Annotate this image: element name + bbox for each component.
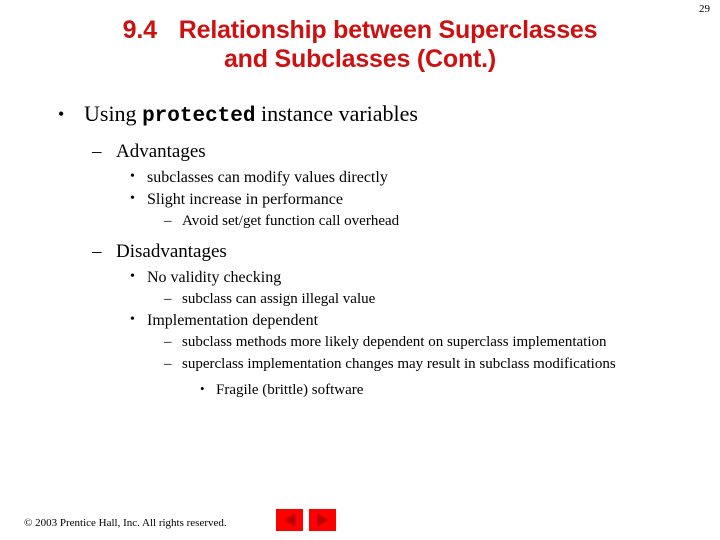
- bullet-text: Disadvantages: [116, 241, 227, 262]
- bullet-text: Advantages: [116, 141, 206, 162]
- bullet-disadvantages: – Disadvantages: [0, 239, 720, 264]
- keyword-protected: protected: [142, 105, 256, 128]
- bullet-marker-icon: •: [130, 191, 135, 206]
- copyright-notice: © 2003 Prentice Hall, Inc. All rights re…: [24, 517, 227, 529]
- bullet-text: Slight increase in performance: [147, 191, 343, 208]
- bullet-text: subclass can assign illegal value: [182, 291, 376, 307]
- title-section-number: 9.4: [122, 16, 157, 44]
- title-line-2: and Subclasses (Cont.): [223, 45, 497, 73]
- title-line-1: 9.4 Relationship between Superclasses: [60, 16, 660, 45]
- bullet-marker-icon: •: [130, 269, 135, 284]
- bullet-text: Using protected instance variables: [84, 100, 720, 131]
- navigation-buttons: [276, 509, 336, 531]
- bullet-text: Implementation dependent: [147, 312, 319, 329]
- title-text-line-1: Relationship between Superclasses: [178, 16, 598, 44]
- page-title: 9.4 Relationship between Superclasses and…: [60, 16, 660, 74]
- next-slide-button[interactable]: [309, 509, 336, 531]
- bullet-text: superclass implementation changes may re…: [182, 356, 616, 372]
- bullet-text: No validity checking: [147, 269, 282, 286]
- text-before-code: Using: [84, 101, 137, 126]
- dash-marker-icon: –: [164, 291, 172, 307]
- slide-footer: © 2003 Prentice Hall, Inc. All rights re…: [24, 508, 700, 532]
- bullet-disadvantage-1: • No validity checking: [0, 267, 720, 288]
- bullet-fragile-software: • Fragile (brittle) software: [0, 380, 720, 400]
- bullet-disadvantage-2-sub-1: – subclass methods more likely dependent…: [0, 332, 720, 353]
- bullet-marker-icon: •: [130, 312, 135, 327]
- text-after-code: instance variables: [260, 101, 418, 126]
- bullet-disadvantage-2-sub-2: – superclass implementation changes may …: [0, 354, 720, 375]
- bullet-text: subclass methods more likely dependent o…: [182, 334, 607, 350]
- bullet-disadvantage-1-sub-1: – subclass can assign illegal value: [0, 289, 720, 309]
- triangle-right-icon: [316, 513, 329, 527]
- dash-marker-icon: –: [164, 356, 172, 372]
- previous-slide-button[interactable]: [276, 509, 303, 531]
- bullet-marker-icon: •: [58, 104, 65, 124]
- slide-body: • Using protected instance variables – A…: [0, 100, 720, 400]
- bullet-advantage-1: • subclasses can modify values directly: [0, 167, 720, 188]
- page-number: 29: [699, 3, 710, 15]
- bullet-advantage-2-sub-1: – Avoid set/get function call overhead: [0, 211, 720, 231]
- dash-marker-icon: –: [92, 141, 102, 162]
- bullet-advantage-2: • Slight increase in performance: [0, 189, 720, 210]
- bullet-advantages: – Advantages: [0, 139, 720, 164]
- bullet-disadvantage-2: • Implementation dependent: [0, 310, 720, 331]
- bullet-using-protected: • Using protected instance variables: [0, 100, 720, 131]
- bullet-text: Avoid set/get function call overhead: [182, 213, 400, 229]
- dash-marker-icon: –: [164, 334, 172, 350]
- dash-marker-icon: –: [92, 241, 102, 262]
- bullet-text: Fragile (brittle) software: [216, 382, 364, 398]
- triangle-left-icon: [283, 513, 296, 527]
- bullet-marker-icon: •: [130, 169, 135, 184]
- bullet-marker-icon: •: [200, 381, 205, 396]
- dash-marker-icon: –: [164, 213, 172, 229]
- bullet-text: subclasses can modify values directly: [147, 169, 388, 186]
